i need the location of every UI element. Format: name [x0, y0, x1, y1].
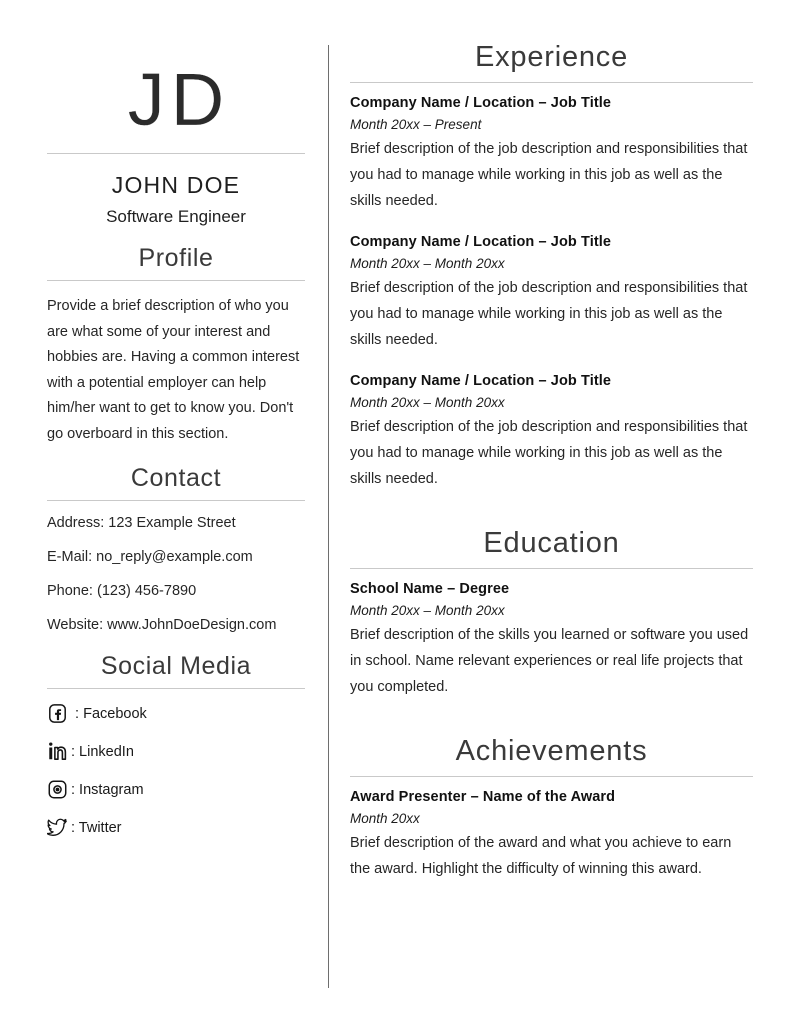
- section-heading-experience: Experience: [474, 41, 629, 73]
- social-item-twitter[interactable]: : Twitter: [47, 817, 305, 838]
- section-heading-achievements: Achievements: [455, 735, 648, 767]
- entry-description: Brief description of the job description…: [350, 141, 748, 209]
- social-label-instagram: : Instagram: [71, 781, 144, 798]
- social-media-list: : Facebook : LinkedIn : Instagram: Twit…: [47, 703, 305, 838]
- entry-title: Company Name / Location – Job Title: [350, 234, 612, 250]
- social-label-twitter: : Twitter: [71, 819, 122, 836]
- linkedin-icon: [49, 742, 67, 760]
- social-label-linkedin: : LinkedIn: [71, 743, 134, 760]
- entry-title: School Name – Degree: [350, 581, 510, 597]
- section-heading-social-media: Social Media: [100, 652, 252, 680]
- entry-title: Award Presenter – Name of the Award: [350, 789, 616, 805]
- entry-description: Brief description of the skills you lear…: [350, 627, 749, 695]
- section-heading-profile: Profile: [138, 244, 214, 272]
- contact-list: Address: 123 Example Street E-Mail: no_r…: [47, 515, 305, 634]
- section-heading-education: Education: [483, 527, 620, 559]
- contact-item-email: E-Mail: no_reply@example.com: [47, 549, 253, 565]
- social-item-instagram[interactable]: : Instagram: [47, 779, 305, 800]
- education-entry: School Name – Degree Month 20xx – Month …: [350, 579, 753, 700]
- instagram-icon: [48, 780, 67, 799]
- social-item-linkedin[interactable]: : LinkedIn: [47, 741, 305, 762]
- entry-description: Brief description of the job description…: [350, 419, 748, 487]
- contact-item-phone: Phone: (123) 456-7890: [47, 583, 197, 599]
- social-rule: [47, 688, 305, 689]
- social-label-facebook: : Facebook: [71, 705, 147, 722]
- contact-item-address: Address: 123 Example Street: [47, 515, 236, 531]
- left-column: JD JOHN DOE Software Engineer Profile Pr…: [47, 40, 305, 855]
- experience-entry: Company Name / Location – Job Title Mont…: [350, 371, 753, 492]
- entry-date: Month 20xx – Month 20xx: [350, 256, 505, 271]
- column-divider: [328, 45, 329, 988]
- entry-date: Month 20xx – Month 20xx: [350, 603, 505, 618]
- experience-entry: Company Name / Location – Job Title Mont…: [350, 93, 753, 214]
- entry-description: Brief description of the job description…: [350, 280, 748, 348]
- profile-rule: [47, 280, 305, 281]
- entry-description: Brief description of the award and what …: [350, 835, 732, 877]
- page-title: JOHN DOE: [111, 172, 241, 198]
- facebook-icon: [49, 704, 66, 723]
- monogram: JD: [127, 58, 231, 141]
- profile-text: Provide a brief description of who you a…: [47, 298, 300, 442]
- entry-date: Month 20xx – Present: [350, 117, 482, 132]
- job-role: Software Engineer: [106, 207, 246, 226]
- resume-page: JD JOHN DOE Software Engineer Profile Pr…: [0, 0, 800, 1035]
- entry-date: Month 20xx – Month 20xx: [350, 395, 505, 410]
- monogram-rule: [47, 153, 305, 154]
- right-column: Experience Company Name / Location – Job…: [350, 40, 753, 882]
- entry-title: Company Name / Location – Job Title: [350, 373, 612, 389]
- entry-date: Month 20xx: [350, 811, 420, 826]
- entry-title: Company Name / Location – Job Title: [350, 95, 612, 111]
- contact-item-website: Website: www.JohnDoeDesign.com: [47, 617, 277, 633]
- contact-rule: [47, 500, 305, 501]
- social-item-facebook[interactable]: : Facebook: [47, 703, 305, 724]
- experience-entry: Company Name / Location – Job Title Mont…: [350, 232, 753, 353]
- twitter-icon: [47, 818, 67, 836]
- section-heading-contact: Contact: [130, 464, 222, 492]
- achievement-entry: Award Presenter – Name of the Award Mont…: [350, 787, 753, 882]
